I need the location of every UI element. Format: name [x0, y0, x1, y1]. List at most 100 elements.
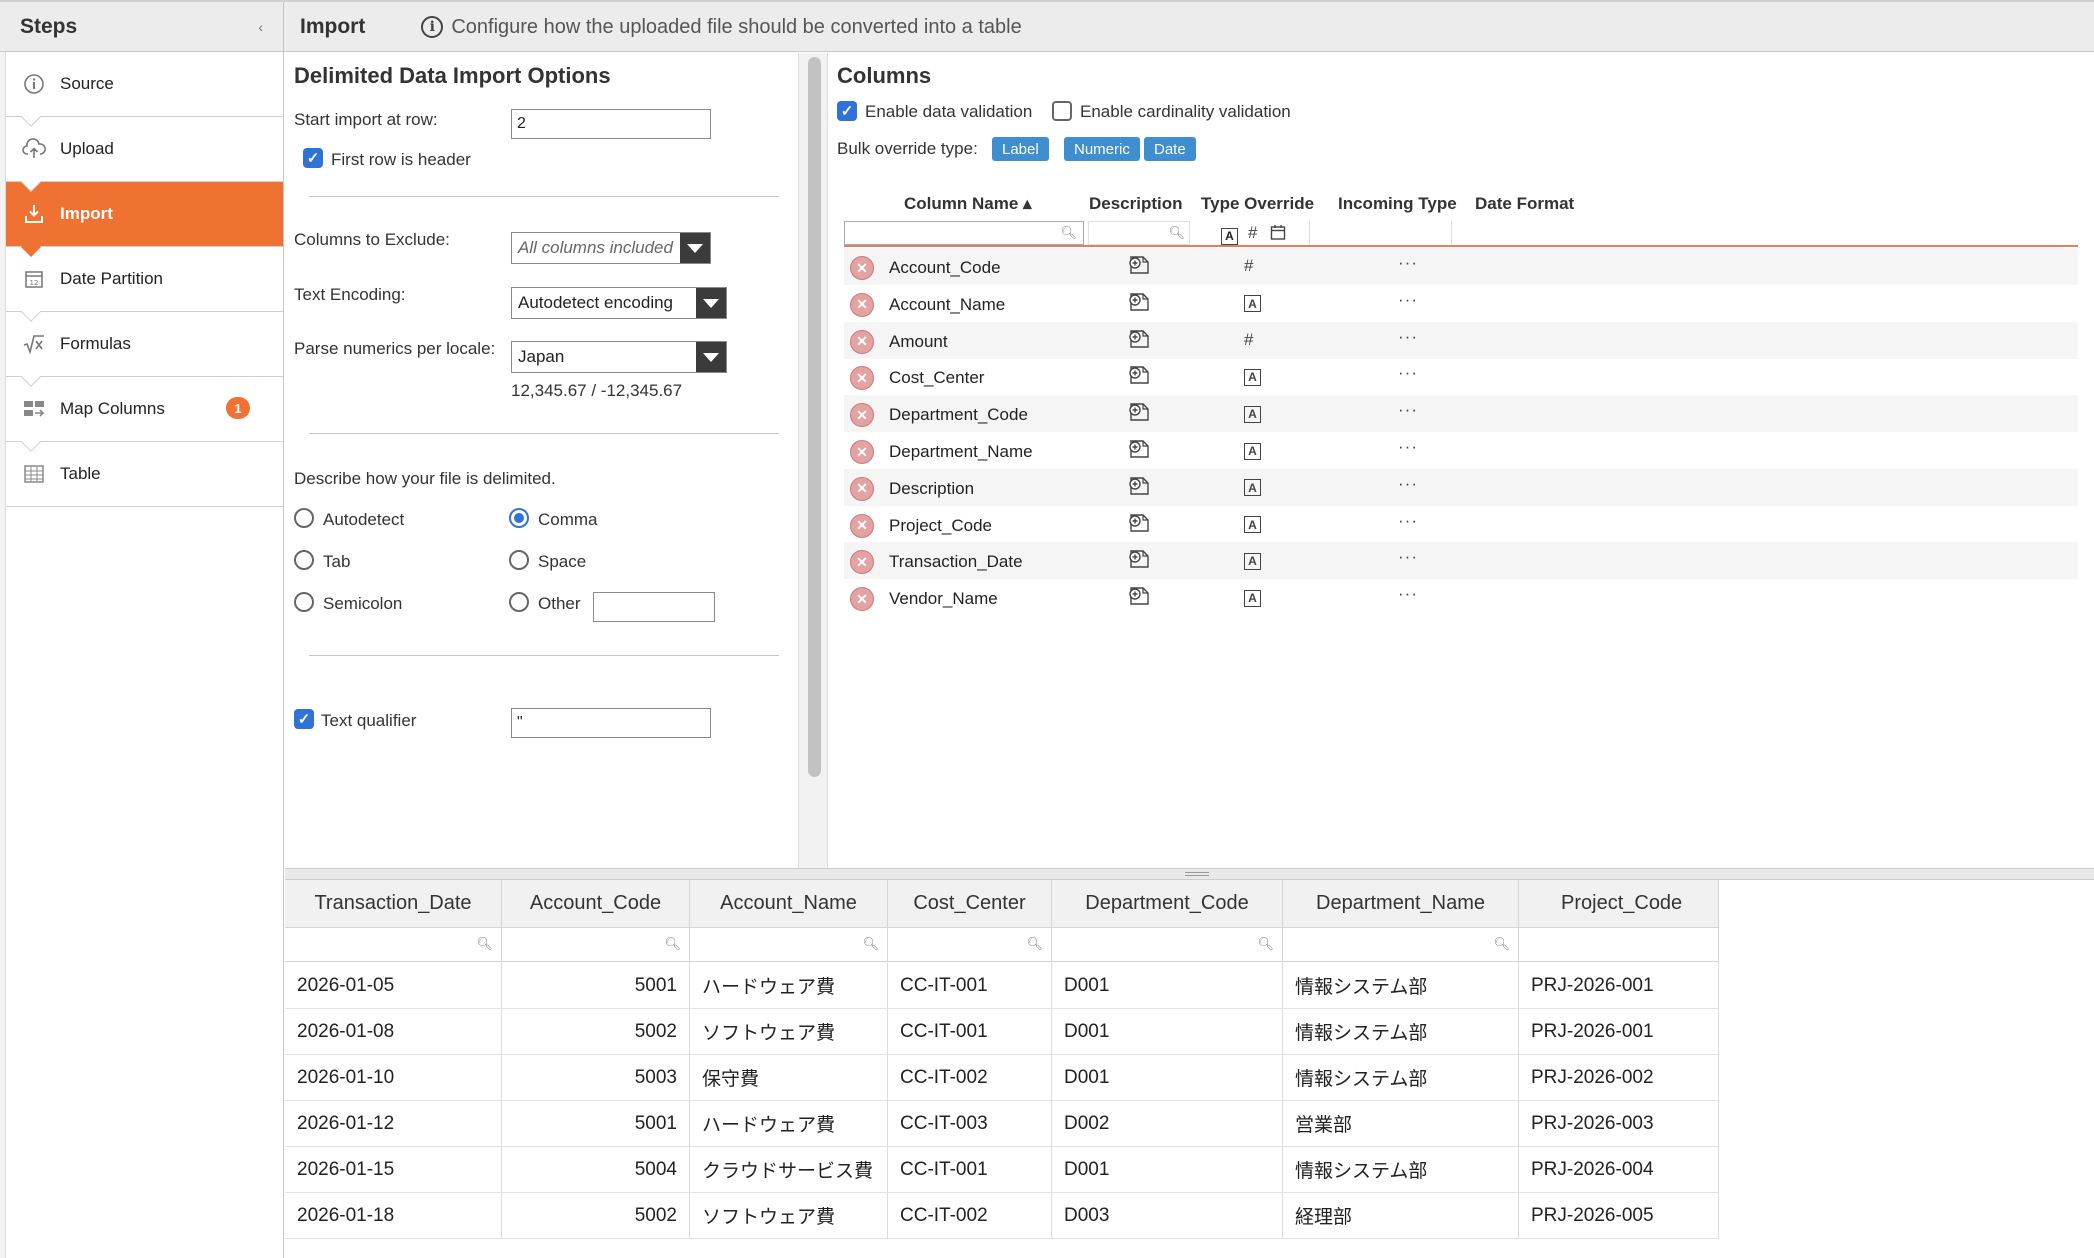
column-name-filter-input[interactable]: 🔍︎	[844, 221, 1084, 245]
chevron-down-icon[interactable]	[696, 342, 726, 372]
remove-column-icon[interactable]: ✕	[850, 587, 874, 612]
label-type-icon[interactable]: A	[1244, 550, 1261, 570]
add-description-icon[interactable]	[1127, 364, 1151, 386]
numeric-type-icon[interactable]: #	[1244, 330, 1253, 350]
grid-column-header[interactable]: Account_Code	[502, 880, 690, 928]
text-encoding-select[interactable]: Autodetect encoding	[511, 287, 727, 319]
radio-other[interactable]	[509, 592, 529, 612]
date-type-icon[interactable]	[1270, 224, 1286, 246]
add-description-icon[interactable]	[1127, 254, 1151, 276]
grid-filter-cell[interactable]: 🔍︎	[888, 928, 1052, 962]
remove-column-icon[interactable]: ✕	[850, 329, 874, 354]
sidebar-item-source[interactable]: Source	[6, 52, 283, 127]
remove-column-icon[interactable]: ✕	[850, 440, 874, 464]
remove-column-icon[interactable]: ✕	[850, 366, 874, 391]
description-filter-input[interactable]: 🔍︎	[1088, 221, 1190, 245]
label-type-icon[interactable]: A	[1244, 514, 1261, 534]
more-options-icon[interactable]: ···	[1398, 363, 1418, 383]
numeric-type-icon[interactable]: #	[1248, 223, 1257, 243]
enable-validation-checkbox[interactable]	[837, 101, 857, 121]
grid-column-header[interactable]: Account_Name	[690, 880, 888, 928]
grid-filter-cell[interactable]	[1519, 928, 1719, 962]
more-options-icon[interactable]: ···	[1398, 584, 1418, 604]
grid-column-header[interactable]: Project_Code	[1519, 880, 1719, 928]
more-options-icon[interactable]: ···	[1398, 400, 1418, 420]
add-description-icon[interactable]	[1127, 475, 1151, 497]
grid-column-header[interactable]: Transaction_Date	[285, 880, 502, 928]
more-options-icon[interactable]: ···	[1398, 437, 1418, 457]
grid-column-header[interactable]: Department_Name	[1283, 880, 1519, 928]
bulk-numeric-button[interactable]: Numeric	[1064, 137, 1140, 161]
add-description-icon[interactable]	[1127, 438, 1151, 460]
start-row-input[interactable]	[511, 109, 711, 139]
bulk-label-button[interactable]: Label	[992, 137, 1049, 161]
label-type-icon[interactable]: A	[1244, 366, 1261, 386]
remove-column-icon[interactable]: ✕	[850, 256, 874, 280]
more-options-icon[interactable]: ···	[1398, 253, 1418, 273]
add-description-icon[interactable]	[1127, 548, 1151, 570]
grid-filter-cell[interactable]: 🔍︎	[1052, 928, 1283, 962]
grid-column-header[interactable]: Cost_Center	[888, 880, 1052, 928]
grid-filter-cell[interactable]: 🔍︎	[285, 928, 502, 962]
more-options-icon[interactable]: ···	[1398, 474, 1418, 494]
chevron-down-icon[interactable]	[696, 288, 726, 318]
panel-resize-handle[interactable]	[285, 868, 2094, 880]
remove-column-icon[interactable]: ✕	[850, 292, 874, 317]
label-type-icon[interactable]: A	[1244, 293, 1261, 313]
grid-filter-cell[interactable]: 🔍︎	[690, 928, 888, 962]
scrollbar-thumb[interactable]	[808, 57, 821, 777]
grip-icon[interactable]	[1185, 872, 1209, 876]
radio-semicolon[interactable]	[294, 592, 314, 612]
sidebar-item-upload[interactable]: Upload	[6, 117, 283, 192]
search-icon: 🔍︎	[1493, 936, 1510, 951]
radio-comma[interactable]	[509, 508, 529, 528]
locale-select[interactable]: Japan	[511, 341, 727, 373]
radio-space[interactable]	[509, 550, 529, 570]
grid-cell: 5001	[502, 963, 690, 1009]
label-type-icon[interactable]: A	[1244, 477, 1261, 497]
label-type-icon[interactable]: A	[1244, 440, 1261, 460]
sidebar-item-date-partition[interactable]: 12 Date Partition	[6, 247, 283, 322]
add-description-icon[interactable]	[1127, 291, 1151, 313]
label-type-icon[interactable]: A	[1244, 587, 1261, 607]
sidebar-item-table[interactable]: Table	[6, 442, 283, 507]
remove-column-icon[interactable]: ✕	[850, 403, 874, 428]
sidebar-item-import[interactable]: Import	[6, 182, 283, 257]
first-row-header-checkbox[interactable]	[303, 148, 323, 168]
columns-exclude-select[interactable]: All columns included	[511, 232, 711, 264]
more-options-icon[interactable]: ···	[1398, 290, 1418, 310]
grid-column-header[interactable]: Department_Code	[1052, 880, 1283, 928]
add-description-icon[interactable]	[1127, 401, 1151, 423]
label-type-icon[interactable]: A	[1221, 225, 1238, 245]
grid-filter-cell[interactable]: 🔍︎	[1283, 928, 1519, 962]
remove-column-icon[interactable]: ✕	[850, 476, 874, 501]
radio-tab[interactable]	[294, 550, 314, 570]
collapse-sidebar-icon[interactable]: ‹	[258, 19, 263, 35]
label-type-icon[interactable]: A	[1244, 403, 1261, 423]
first-row-header-label: First row is header	[331, 150, 471, 169]
remove-column-icon[interactable]: ✕	[850, 513, 874, 538]
text-qualifier-checkbox[interactable]	[294, 709, 314, 729]
other-delimiter-input[interactable]	[593, 592, 715, 622]
add-description-icon[interactable]	[1127, 328, 1151, 350]
chevron-down-icon[interactable]	[680, 233, 710, 263]
cloud-upload-icon	[22, 137, 46, 161]
grid-cell: PRJ-2026-001	[1519, 963, 1719, 1009]
add-description-icon[interactable]	[1127, 585, 1151, 607]
more-options-icon[interactable]: ···	[1398, 547, 1418, 567]
sidebar-item-formulas[interactable]: Formulas	[6, 312, 283, 387]
more-options-icon[interactable]: ···	[1398, 511, 1418, 531]
more-options-icon[interactable]: ···	[1398, 327, 1418, 347]
text-qualifier-input[interactable]	[511, 708, 711, 738]
bulk-date-button[interactable]: Date	[1144, 137, 1196, 161]
sidebar-item-map-columns[interactable]: Map Columns 1	[6, 377, 283, 452]
add-description-icon[interactable]	[1127, 512, 1151, 534]
options-scrollbar[interactable]	[798, 53, 828, 868]
radio-autodetect[interactable]	[294, 508, 314, 528]
numeric-type-icon[interactable]: #	[1244, 256, 1253, 276]
remove-column-icon[interactable]: ✕	[850, 550, 874, 575]
enable-cardinality-checbox[interactable]	[1052, 101, 1072, 121]
grid-filter-cell[interactable]: 🔍︎	[502, 928, 690, 962]
column-name-header[interactable]: Column Name ▴	[904, 194, 1032, 214]
sidebar-item-label: Source	[60, 74, 114, 93]
